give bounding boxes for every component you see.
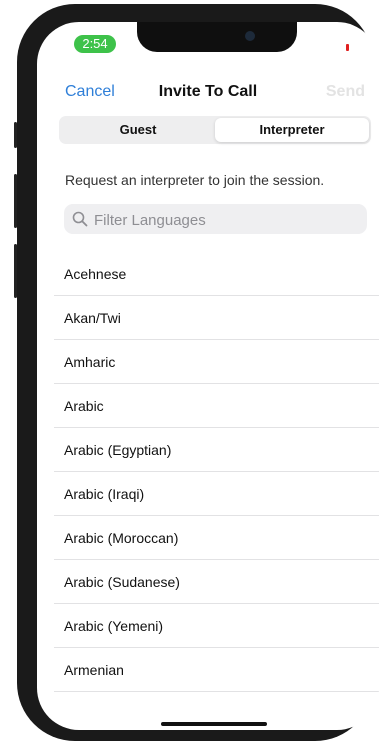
language-list-item[interactable]: Amharic (54, 340, 379, 384)
search-icon (72, 211, 88, 227)
language-list-item[interactable]: Arabic (Iraqi) (54, 472, 379, 516)
language-list: Acehnese Akan/Twi Amharic Arabic Arabic (Egy… (54, 252, 379, 692)
language-list-item[interactable]: Arabic (Yemeni) (54, 604, 379, 648)
search-bar (64, 204, 367, 236)
language-list-item[interactable]: Acehnese (54, 252, 379, 296)
notch (137, 22, 297, 52)
language-list-item[interactable]: Arabic (Moroccan) (54, 516, 379, 560)
language-list-item[interactable]: Armenian (54, 648, 379, 692)
navigation-bar: Cancel Invite To Call Send (37, 78, 379, 108)
home-indicator[interactable] (161, 722, 267, 726)
segmented-control: Guest Interpreter (59, 116, 371, 144)
description-text: Request an interpreter to join the sessi… (65, 172, 325, 188)
language-list-item[interactable]: Arabic (Egyptian) (54, 428, 379, 472)
volume-up-button (14, 174, 17, 228)
mute-switch (14, 122, 17, 148)
status-time: 2:54 (74, 35, 116, 53)
recording-indicator (346, 44, 349, 51)
camera-icon (245, 31, 255, 41)
segment-guest[interactable]: Guest (61, 118, 215, 142)
language-list-item[interactable]: Arabic (Sudanese) (54, 560, 379, 604)
language-list-item[interactable]: Akan/Twi (54, 296, 379, 340)
volume-down-button (14, 244, 17, 298)
phone-frame: 2:54 Cancel Invite To Call Send Guest In… (14, 4, 379, 741)
send-button[interactable]: Send (326, 83, 365, 101)
filter-languages-input[interactable] (92, 204, 366, 236)
language-list-item[interactable]: Arabic (54, 384, 379, 428)
segment-interpreter[interactable]: Interpreter (215, 118, 369, 142)
screen: 2:54 Cancel Invite To Call Send Guest In… (37, 22, 379, 730)
